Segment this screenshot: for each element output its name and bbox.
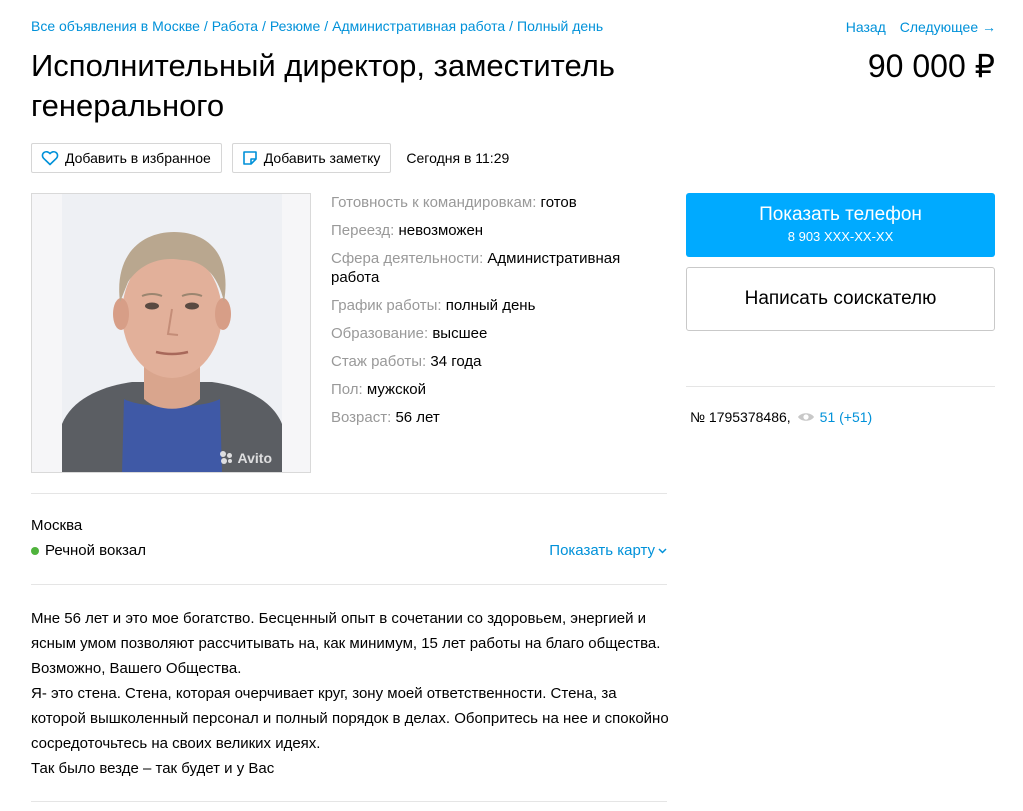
divider [31,584,667,585]
param-key: Готовность к командировкам: [331,194,537,211]
back-link[interactable]: Назад [846,19,886,35]
param-education: Образование: высшее [331,324,661,343]
price: 90 000 ₽ [867,48,995,84]
masked-phone-number: 8 903 XXX-XX-XX [787,229,894,244]
param-field: Сфера деятельности: Административная раб… [331,249,661,287]
param-key: Возраст: [331,409,392,426]
eye-icon [797,413,814,421]
action-bar: Добавить в избранное Добавить заметку Се… [31,143,509,173]
param-value: мужской [366,381,427,398]
param-value: высшее [432,325,488,342]
param-relocation: Переезд: невозможен [331,221,661,240]
write-to-applicant-button[interactable]: Написать соискателю [686,267,995,331]
param-experience: Стаж работы: 34 года [331,352,661,371]
add-note-button[interactable]: Добавить заметку [231,143,392,173]
breadcrumb-all-ads[interactable]: Все объявления в Москве [31,18,200,34]
heart-icon [41,150,59,166]
city: Москва [31,517,83,534]
portrait-image [32,194,310,472]
breadcrumb-separator: / [203,18,208,34]
metro-line-dot [31,546,39,555]
param-age: Возраст: 56 лет [331,408,661,427]
publish-date: Сегодня в 11:29 [406,150,510,166]
breadcrumb-admin-work[interactable]: Административная работа [332,18,505,34]
param-key: Образование: [331,325,429,342]
ad-number: № 1795378486, [690,409,791,425]
breadcrumb-work[interactable]: Работа [212,18,258,34]
next-link[interactable]: Следующее → [900,19,996,35]
param-value: невозможен [398,222,484,239]
breadcrumb-separator: / [262,18,266,34]
view-count[interactable]: 51 (+51) [820,409,873,425]
candidate-photo[interactable]: Avito [31,193,311,473]
param-key: Сфера деятельности: [331,250,484,267]
breadcrumb: Все объявления в Москве / Работа / Резюме / Ад… [31,18,603,34]
param-schedule: График работы: полный день [331,296,661,315]
show-map-label: Показать карту [549,542,655,559]
resume-parameters: Готовность к командировкам: готов Переез… [331,193,661,436]
description-paragraph: Я- это стена. Стена, которая очерчивает … [31,685,669,752]
ad-navigation: Назад Следующее → [846,19,996,35]
param-value: 56 лет [395,409,440,426]
breadcrumb-separator: / [509,18,513,34]
param-value: 34 года [430,353,482,370]
divider [31,801,667,802]
metro-station: Речной вокзал [31,542,146,559]
avito-watermark-text: Avito [237,450,272,466]
avito-watermark: Avito [219,450,272,466]
breadcrumb-full-day[interactable]: Полный день [517,18,603,34]
param-gender: Пол: мужской [331,380,661,399]
show-phone-label: Показать телефон [759,204,922,225]
ad-meta: № 1795378486, 51 (+51) [690,409,872,425]
chevron-down-icon [658,547,667,554]
breadcrumb-resume[interactable]: Резюме [270,18,320,34]
param-value: готов [540,194,577,211]
description-paragraph: Так было везде – так будет и у Вас [31,760,275,777]
add-note-label: Добавить заметку [263,150,381,166]
description-paragraph: Мне 56 лет и это мое богатство. Бесценны… [31,610,661,677]
page-title: Исполнительный директор, заместитель ген… [31,48,615,123]
breadcrumb-separator: / [324,18,329,34]
add-to-favorites-label: Добавить в избранное [65,150,211,166]
param-key: График работы: [331,297,442,314]
param-key: Переезд: [331,222,395,239]
add-to-favorites-button[interactable]: Добавить в избранное [31,143,222,173]
param-value: полный день [445,297,536,314]
show-map-link[interactable]: Показать карту [549,542,667,559]
sidebar-divider [686,386,995,387]
divider [31,493,667,494]
avito-logo-icon [219,451,234,465]
param-key: Пол: [331,381,363,398]
metro-station-name: Речной вокзал [45,542,147,559]
param-business-trips: Готовность к командировкам: готов [331,193,661,212]
show-phone-button[interactable]: Показать телефон 8 903 XXX-XX-XX [686,193,995,257]
note-icon [242,151,257,165]
description: Мне 56 лет и это мое богатство. Бесценны… [31,606,671,781]
param-key: Стаж работы: [331,353,427,370]
